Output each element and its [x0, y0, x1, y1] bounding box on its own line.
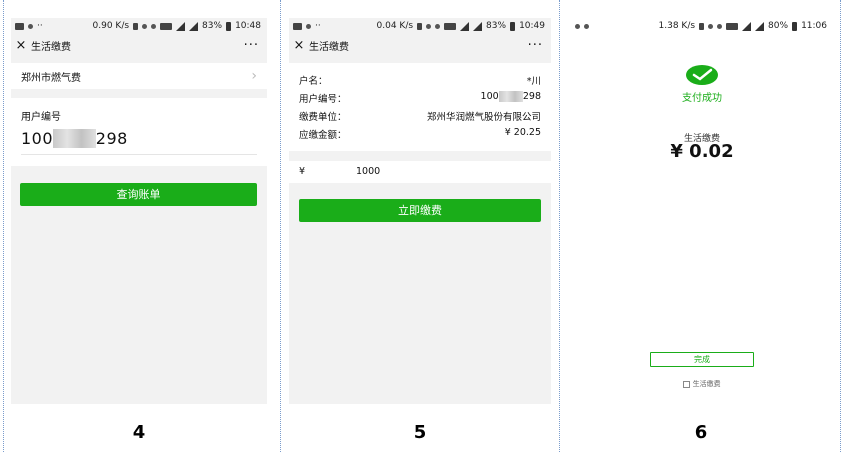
detail-value: 郑州华润燃气股份有限公司: [426, 112, 541, 123]
separator-3: [559, 0, 560, 452]
detail-label: 缴费单位：: [299, 112, 347, 123]
clock: 10:48: [235, 21, 261, 31]
separator-2: [280, 0, 281, 452]
user-no-label: 用户编号: [21, 112, 61, 123]
nfc-icon: [160, 22, 173, 30]
detail-value: ¥ 20.25: [504, 127, 541, 138]
battery-level: 80%: [768, 21, 789, 31]
wechat-icon: [584, 23, 589, 29]
signal-icon: [176, 21, 186, 31]
bill-details-card: 户名： *川 用户编号： 1000000298 缴费单位： 郑州华润燃气股份有限…: [289, 63, 551, 151]
more-menu-icon[interactable]: ···: [244, 38, 267, 53]
currency-symbol: ¥: [299, 166, 306, 177]
user-no-prefix: 100: [21, 129, 54, 148]
status-bar: ·· 0.90 K/s 83% 10:48: [11, 18, 267, 34]
user-no-input[interactable]: 1000000298: [21, 129, 128, 148]
alarm-icon: [435, 23, 441, 29]
user-no-suffix: 298: [522, 91, 541, 102]
footer-link-label: 生活缴费: [692, 380, 721, 388]
vibrate-icon: [133, 22, 139, 30]
mute-icon: [708, 23, 714, 29]
image-icon: [15, 22, 24, 30]
image-icon: [293, 22, 302, 30]
amount-input-row[interactable]: ¥ 1000: [289, 161, 551, 183]
detail-label: 用户编号：: [299, 94, 347, 105]
clock: 11:06: [801, 21, 827, 31]
network-speed: 0.04 K/s: [376, 21, 414, 31]
signal-icon: [460, 21, 470, 31]
nfc-icon: [444, 22, 457, 30]
separator-4: [840, 0, 841, 452]
battery-icon: [226, 21, 232, 31]
more-dots-icon: ··: [37, 21, 43, 31]
step-number-4: 4: [132, 422, 146, 443]
nav-bar: × 生活缴费 ···: [289, 34, 551, 56]
alarm-icon: [717, 23, 723, 29]
detail-label: 户名：: [299, 76, 328, 87]
close-icon[interactable]: ×: [289, 38, 309, 53]
wechat-icon: [28, 23, 33, 29]
page-title: 生活缴费: [31, 41, 71, 53]
signal-icon: [742, 21, 752, 31]
more-dots-icon: ··: [315, 21, 321, 31]
user-no-card: 用户编号 1000000298: [11, 98, 267, 166]
battery-level: 83%: [486, 21, 507, 31]
detail-row-name: 户名： *川: [299, 73, 541, 87]
query-bill-button[interactable]: 查询账单: [20, 183, 257, 206]
mute-icon: [426, 23, 432, 29]
mute-icon: [142, 23, 148, 29]
separator-1: [3, 0, 4, 452]
call-icon: [575, 23, 580, 29]
nfc-icon: [726, 22, 739, 30]
wechat-icon: [306, 23, 311, 29]
status-bar: 1.38 K/s 80% 11:06: [571, 18, 833, 34]
signal-icon-2: [189, 21, 199, 31]
wechat-pay-success-icon: [686, 65, 718, 85]
close-icon[interactable]: ×: [11, 38, 31, 53]
detail-value: 1000000298: [481, 91, 541, 105]
network-speed: 1.38 K/s: [658, 21, 696, 31]
detail-label: 应缴金额：: [299, 130, 347, 141]
city-item-label: 郑州市燃气费: [21, 72, 81, 84]
battery-icon: [792, 21, 798, 31]
user-no-suffix: 298: [95, 129, 128, 148]
masked-digits: 0000: [498, 91, 523, 102]
masked-digits: 0000: [53, 129, 96, 148]
nav-bar: × 生活缴费 ···: [11, 34, 267, 56]
chevron-right-icon: ›: [251, 68, 257, 84]
screen-5: ·· 0.04 K/s 83% 10:49 × 生活缴费 ··· 户名： *川 …: [289, 18, 551, 404]
detail-value: *川: [526, 76, 541, 87]
vibrate-icon: [417, 22, 423, 30]
status-bar: ·· 0.04 K/s 83% 10:49: [289, 18, 551, 34]
done-button[interactable]: 完成: [650, 352, 754, 367]
detail-row-user-no: 用户编号： 1000000298: [299, 91, 541, 105]
detail-row-company: 缴费单位： 郑州华润燃气股份有限公司: [299, 109, 541, 123]
battery-level: 83%: [202, 21, 223, 31]
step-number-5: 5: [413, 422, 427, 443]
payment-success-text: 支付成功: [682, 93, 722, 104]
more-menu-icon[interactable]: ···: [528, 38, 551, 53]
screen-6: 1.38 K/s 80% 11:06 支付成功 生活缴费 ¥ 0.02 完成 生…: [571, 18, 833, 404]
user-no-prefix: 100: [480, 91, 499, 102]
vibrate-icon: [699, 22, 705, 30]
pay-now-button[interactable]: 立即缴费: [299, 199, 541, 222]
city-item[interactable]: 郑州市燃气费 ›: [11, 63, 267, 89]
detail-row-amount-due: 应缴金额： ¥ 20.25: [299, 127, 541, 141]
screen-4: ·· 0.90 K/s 83% 10:48 × 生活缴费 ··· 郑州市燃气费 …: [11, 18, 267, 404]
checkbox-icon: [683, 380, 691, 388]
signal-icon-2: [473, 21, 483, 31]
input-underline: [21, 154, 257, 155]
page-title: 生活缴费: [309, 41, 349, 53]
signal-icon-2: [755, 21, 765, 31]
battery-icon: [510, 21, 516, 31]
clock: 10:49: [519, 21, 545, 31]
footer-service-link[interactable]: 生活缴费: [571, 379, 833, 389]
paid-amount: ¥ 0.02: [670, 141, 734, 162]
alarm-icon: [151, 23, 157, 29]
amount-input[interactable]: 1000: [356, 166, 380, 177]
step-number-6: 6: [694, 422, 708, 443]
network-speed: 0.90 K/s: [92, 21, 130, 31]
